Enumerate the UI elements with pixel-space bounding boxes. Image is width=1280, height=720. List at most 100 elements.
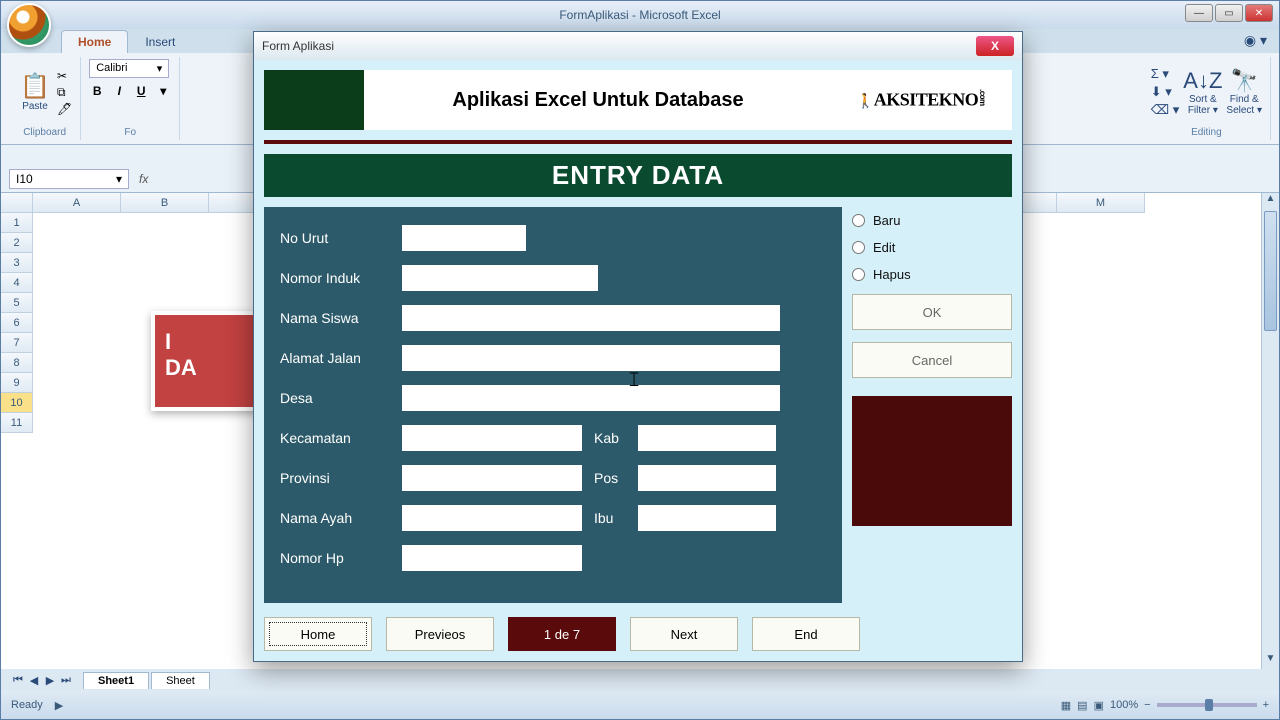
no-urut-input[interactable] (402, 225, 526, 251)
vertical-scrollbar[interactable]: ▲ ▼ (1261, 193, 1279, 669)
close-button[interactable]: ✕ (1245, 4, 1273, 22)
nama-siswa-input[interactable] (402, 305, 780, 331)
view-break-icon[interactable]: ▣ (1094, 699, 1104, 712)
kab-input[interactable] (638, 425, 776, 451)
banner-logo-box (264, 70, 364, 130)
underline-button[interactable]: U (133, 84, 149, 98)
help-icon[interactable]: ◉ ▾ (1232, 28, 1279, 53)
label-nama-ayah: Nama Ayah (280, 510, 402, 526)
clear-icon[interactable]: ⌫ ▾ (1151, 102, 1180, 118)
page-indicator: 1 de 7 (508, 617, 616, 651)
sheet-nav-next[interactable]: ▶ (43, 674, 57, 687)
background-card: I DA (151, 311, 261, 411)
nav-home-button[interactable]: Home (264, 617, 372, 651)
nomor-hp-input[interactable] (402, 545, 582, 571)
autosum-icon[interactable]: Σ ▾ (1151, 66, 1180, 82)
radio-edit[interactable]: Edit (852, 240, 1012, 255)
office-button[interactable] (7, 3, 51, 47)
col-header[interactable]: M (1057, 193, 1145, 213)
row-header[interactable]: 3 (1, 253, 33, 273)
record-nav: Home Previeos 1 de 7 Next End (264, 617, 1012, 651)
ibu-input[interactable] (638, 505, 776, 531)
banner-title: Aplikasi Excel Untuk Database (364, 89, 832, 112)
label-nomor-induk: Nomor Induk (280, 270, 402, 286)
find-select-button[interactable]: 🔭 Find & Select ▾ (1226, 68, 1262, 116)
nav-next-button[interactable]: Next (630, 617, 738, 651)
row-header[interactable]: 10 (1, 393, 33, 413)
entry-data-header: ENTRY DATA (264, 154, 1012, 197)
label-desa: Desa (280, 390, 402, 406)
tab-home[interactable]: Home (61, 30, 128, 53)
minimize-button[interactable]: — (1185, 4, 1213, 22)
italic-button[interactable]: I (111, 84, 127, 98)
zoom-out-button[interactable]: − (1144, 699, 1150, 711)
clipboard-group: 📋 Paste ✂ ⧉ 🖊 Clipboard (9, 57, 81, 140)
name-box[interactable]: I10▾ (9, 169, 129, 189)
scroll-thumb[interactable] (1264, 211, 1277, 331)
sheet-nav-first[interactable]: ⏮ (11, 674, 25, 687)
alamat-jalan-input[interactable] (402, 345, 780, 371)
fx-icon[interactable]: fx (133, 172, 154, 186)
view-layout-icon[interactable]: ▤ (1077, 699, 1087, 712)
sheet-tab-other[interactable]: Sheet (151, 672, 210, 689)
sort-filter-button[interactable]: A↓Z Sort & Filter ▾ (1183, 68, 1222, 116)
excel-window: FormAplikasi - Microsoft Excel — ▭ ✕ Hom… (0, 0, 1280, 720)
label-kecamatan: Kecamatan (280, 430, 402, 446)
dialog-title: Form Aplikasi (262, 39, 334, 53)
desa-input[interactable] (402, 385, 780, 411)
nomor-induk-input[interactable] (402, 265, 598, 291)
titlebar: FormAplikasi - Microsoft Excel — ▭ ✕ (1, 1, 1279, 29)
nav-prev-button[interactable]: Previeos (386, 617, 494, 651)
zoom-slider[interactable] (1157, 703, 1257, 707)
tab-insert[interactable]: Insert (128, 30, 192, 53)
ok-button[interactable]: OK (852, 294, 1012, 330)
radio-baru[interactable]: Baru (852, 213, 1012, 228)
pos-input[interactable] (638, 465, 776, 491)
format-painter-icon[interactable]: 🖊 (57, 102, 72, 116)
binoculars-icon: 🔭 (1231, 68, 1258, 94)
select-all-corner[interactable] (1, 193, 33, 213)
form-actions-panel: Baru Edit Hapus OK Cancel (852, 207, 1012, 603)
bold-button[interactable]: B (89, 84, 105, 98)
status-ready: Ready (11, 699, 43, 711)
banner: Aplikasi Excel Untuk Database 🚶AKSITEKNO… (264, 70, 1012, 130)
row-header[interactable]: 4 (1, 273, 33, 293)
sheet-tab-sheet1[interactable]: Sheet1 (83, 672, 149, 689)
kecamatan-input[interactable] (402, 425, 582, 451)
sheet-nav-last[interactable]: ⏭ (59, 674, 73, 687)
form-aplikasi-dialog: Form Aplikasi X Aplikasi Excel Untuk Dat… (253, 31, 1023, 662)
dialog-close-button[interactable]: X (976, 36, 1014, 56)
nama-ayah-input[interactable] (402, 505, 582, 531)
dialog-titlebar[interactable]: Form Aplikasi X (254, 32, 1022, 60)
zoom-in-button[interactable]: + (1263, 699, 1269, 711)
row-header[interactable]: 6 (1, 313, 33, 333)
cancel-button[interactable]: Cancel (852, 342, 1012, 378)
paste-button[interactable]: 📋 Paste (17, 68, 53, 116)
cut-icon[interactable]: ✂ (57, 69, 72, 83)
fill-icon[interactable]: ⬇ ▾ (1151, 84, 1180, 100)
row-header[interactable]: 5 (1, 293, 33, 313)
row-header[interactable]: 11 (1, 413, 33, 433)
row-header[interactable]: 2 (1, 233, 33, 253)
scroll-up-icon[interactable]: ▲ (1262, 193, 1279, 209)
col-header[interactable]: B (121, 193, 209, 213)
row-header[interactable]: 7 (1, 333, 33, 353)
scroll-down-icon[interactable]: ▼ (1262, 653, 1279, 669)
col-header[interactable]: A (33, 193, 121, 213)
row-header[interactable]: 8 (1, 353, 33, 373)
radio-hapus[interactable]: Hapus (852, 267, 1012, 282)
sheet-nav-prev[interactable]: ◀ (27, 674, 41, 687)
copy-icon[interactable]: ⧉ (57, 85, 72, 100)
maximize-button[interactable]: ▭ (1215, 4, 1243, 22)
preview-box (852, 396, 1012, 526)
macro-icon[interactable]: ▶ (55, 699, 63, 712)
window-title: FormAplikasi - Microsoft Excel (559, 8, 720, 22)
sort-icon: A↓Z (1183, 68, 1222, 94)
zoom-level: 100% (1110, 699, 1138, 711)
font-name-dropdown[interactable]: Calibri▾ (89, 59, 169, 78)
row-header[interactable]: 9 (1, 373, 33, 393)
row-header[interactable]: 1 (1, 213, 33, 233)
provinsi-input[interactable] (402, 465, 582, 491)
view-normal-icon[interactable]: ▦ (1061, 699, 1071, 712)
nav-end-button[interactable]: End (752, 617, 860, 651)
